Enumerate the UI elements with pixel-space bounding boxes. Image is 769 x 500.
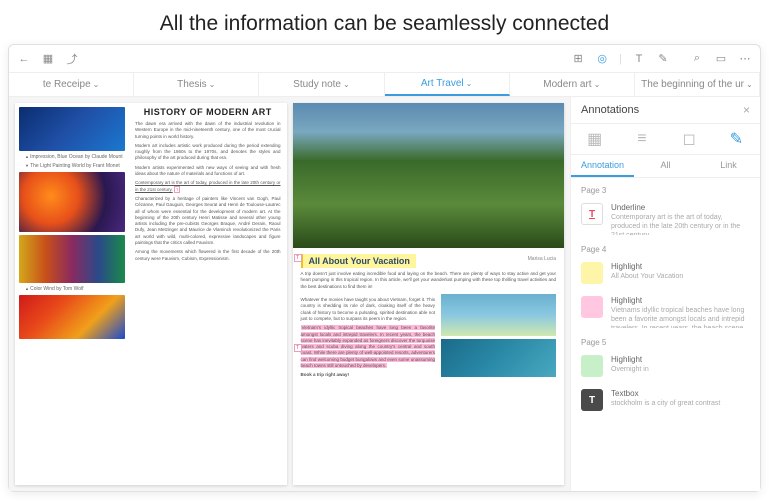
sidebar-tab-all[interactable]: All (634, 155, 697, 177)
text-tool-icon[interactable]: T (632, 52, 646, 66)
byline: Marisa Lucia (528, 256, 556, 262)
p1-para-6: Among the movements which flowered in th… (135, 249, 280, 262)
grid-view-icon[interactable]: ⊞ (571, 52, 585, 66)
search-icon[interactable]: ⌕ (690, 52, 704, 66)
reader-icon[interactable]: ◎ (595, 52, 609, 66)
tab-thesis[interactable]: Thesis⌄ (134, 73, 259, 96)
toolbar: ← ▦ ⤴ ⊞ ◎ | T ✎ ⌕ ▭ ⋯ (9, 45, 760, 73)
annotation-text: Overnight in (611, 365, 750, 374)
document-tabs: te Receipe⌄ Thesis⌄ Study note⌄ Art Trav… (9, 73, 760, 97)
p1-para-2: Modern art includes artistic work produc… (135, 143, 280, 162)
p2-para-1: Whatever the movies have taught you abou… (301, 297, 436, 322)
more-icon[interactable]: ⋯ (738, 52, 752, 66)
page-label: Page 3 (571, 182, 760, 197)
page-label: Page 5 (571, 334, 760, 349)
annotation-swatch: T (581, 203, 603, 225)
annotation-swatch (581, 355, 603, 377)
tab-beginning[interactable]: The beginning of the ur⌄ (635, 73, 760, 96)
sidebar-title: Annotations (581, 104, 639, 116)
art-image-4 (19, 295, 125, 339)
close-icon[interactable]: × (743, 103, 750, 117)
tab-study-note[interactable]: Study note⌄ (259, 73, 384, 96)
page-label: Page 4 (571, 241, 760, 256)
caption-2: The Light Painting World by Frant Monet (19, 163, 125, 169)
sidebar-tab-link[interactable]: Link (697, 155, 760, 177)
art-image-2 (19, 172, 125, 232)
document-viewer[interactable]: Impression, Blue Ocean by Claude Mount T… (9, 97, 570, 491)
annotation-type: Underline (611, 203, 750, 212)
p2-intro: A trip doesn't just involve eating incre… (301, 271, 557, 290)
annotation-item[interactable]: T Textboxstockholm is a city of great con… (571, 383, 760, 417)
annotation-type: Highlight (611, 355, 750, 364)
annotation-marker-icon[interactable]: T (174, 186, 180, 193)
banner-text: All the information can be seamlessly co… (0, 0, 769, 48)
hero-image (293, 103, 565, 248)
art-image-3 (19, 235, 125, 283)
highlight-icon[interactable]: ✎ (656, 52, 670, 66)
annotation-type: Highlight (611, 262, 750, 271)
annotation-text: stockholm is a city of great contrast (611, 399, 750, 408)
annotations-sidebar: Annotations × ▦ ≡ ◻ ✎ Annotation All Lin… (570, 97, 760, 491)
view-annotations-icon[interactable]: ✎ (727, 130, 745, 148)
p1-para-1: The dawn era arrived with the dawn of th… (135, 121, 280, 140)
annotation-item[interactable]: HighlightAll About Your Vacation (571, 256, 760, 290)
sidebar-tab-annotation[interactable]: Annotation (571, 155, 634, 177)
annotation-text: Vietnams idyllic tropical beaches have l… (611, 306, 750, 328)
tab-modern-art[interactable]: Modern art⌄ (510, 73, 635, 96)
annotation-swatch (581, 262, 603, 284)
annotation-text: Contemporary art is the art of today, pr… (611, 213, 750, 235)
grid-icon[interactable]: ▦ (41, 52, 55, 66)
art-image-1 (19, 107, 125, 151)
page1-title: HISTORY OF MODERN ART (135, 107, 280, 117)
annotation-item[interactable]: HighlightOvernight in (571, 349, 760, 383)
sidebar-toggle-icon[interactable]: ▭ (714, 52, 728, 66)
annotation-marker-icon[interactable]: T (294, 254, 302, 262)
annotation-type: Highlight (611, 296, 750, 305)
p1-para-5: Characterized by a heritage of painters … (135, 196, 280, 246)
annotation-item[interactable]: HighlightVietnams idyllic tropical beach… (571, 290, 760, 334)
view-list-icon[interactable]: ≡ (633, 130, 651, 148)
tab-receipe[interactable]: te Receipe⌄ (9, 73, 134, 96)
annotation-item[interactable]: T UnderlineContemporary art is the art of… (571, 197, 760, 241)
p2-cta: Book a trip right away! (301, 372, 436, 378)
annotation-list[interactable]: Page 3 T UnderlineContemporary art is the … (571, 178, 760, 491)
p2-highlight: Vietnam's idyllic tropical beaches have … (301, 325, 436, 369)
tab-art-travel[interactable]: Art Travel⌄ (385, 73, 510, 96)
view-bookmark-icon[interactable]: ◻ (680, 130, 698, 148)
beach-image (441, 294, 556, 336)
p1-underlined: Contemporary art is the art of today, pr… (135, 180, 280, 193)
annotation-type: Textbox (611, 389, 750, 398)
page-3: Impression, Blue Ocean by Claude Mount T… (15, 103, 287, 485)
main-area: Impression, Blue Ocean by Claude Mount T… (9, 97, 760, 491)
surf-image (441, 339, 556, 377)
back-icon[interactable]: ← (17, 52, 31, 66)
page-4: T All About Your Vacation Marisa Lucia A… (293, 103, 565, 485)
caption-3: Color Wind by Tom Wolf (19, 286, 125, 292)
annotation-swatch (581, 296, 603, 318)
share-icon[interactable]: ⤴ (65, 52, 79, 66)
annotation-text: All About Your Vacation (611, 272, 750, 281)
view-grid-icon[interactable]: ▦ (586, 130, 604, 148)
annotation-swatch: T (581, 389, 603, 411)
vacation-title: All About Your Vacation (301, 254, 416, 268)
app-window: ← ▦ ⤴ ⊞ ◎ | T ✎ ⌕ ▭ ⋯ te Receipe⌄ Thesis… (8, 44, 761, 492)
p1-para-3: Modern artists experimented with new way… (135, 165, 280, 178)
annotation-marker-icon[interactable]: T (294, 344, 302, 352)
caption-1: Impression, Blue Ocean by Claude Mount (19, 154, 125, 160)
